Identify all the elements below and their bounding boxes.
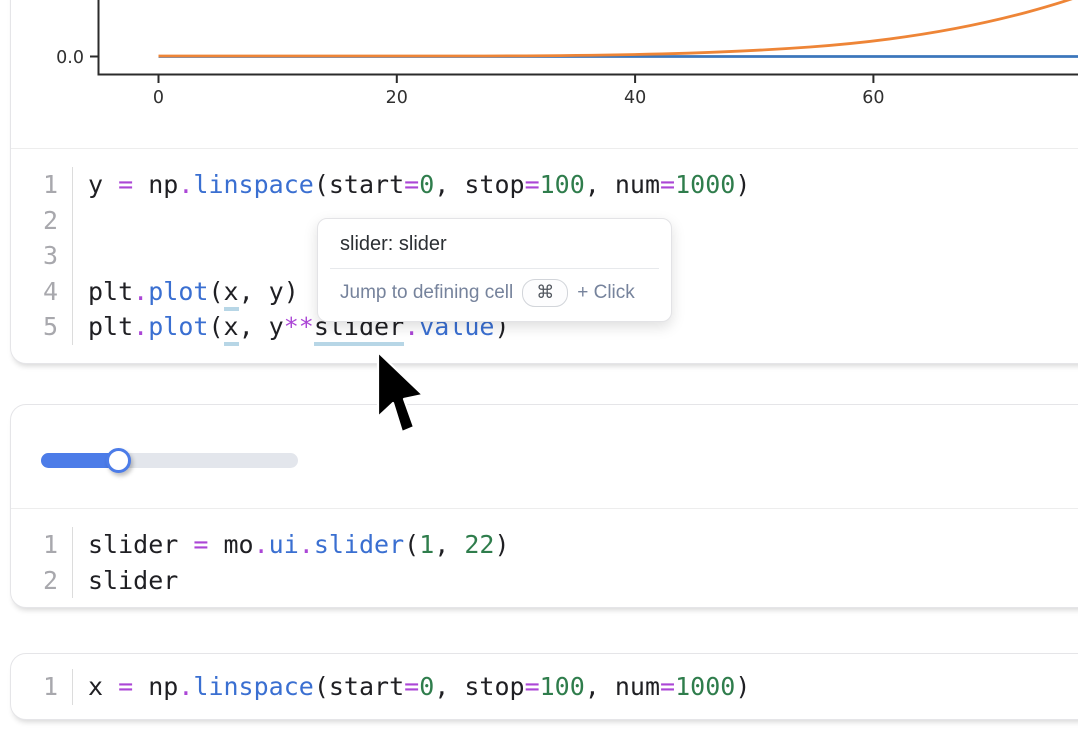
code-token: linspace — [193, 672, 313, 701]
cell-x: 1 x = np.linspace(start=0, stop=100, num… — [10, 653, 1078, 720]
code-line[interactable]: x = np.linspace(start=0, stop=100, num=1… — [88, 669, 1078, 705]
slider-track[interactable] — [41, 453, 298, 468]
line-numbers: 1 — [11, 669, 73, 705]
code-token: x — [88, 672, 118, 701]
code-token: 1000 — [675, 170, 735, 199]
code-token: plt — [88, 312, 133, 341]
code-token: = — [404, 170, 419, 199]
code-token: . — [254, 530, 269, 559]
line-number: 1 — [11, 167, 58, 203]
code-token: (start — [314, 672, 404, 701]
code-token: 100 — [540, 170, 585, 199]
x-tick-label: 0 — [153, 88, 164, 108]
x-tick-label: 60 — [862, 88, 884, 108]
code-token: ) — [494, 530, 509, 559]
code-editor[interactable]: 1 x = np.linspace(start=0, stop=100, num… — [11, 654, 1078, 719]
slider-thumb[interactable] — [106, 448, 131, 473]
code-editor[interactable]: 12 slider = mo.ui.slider(1, 22)slider — [11, 509, 1078, 608]
code-token: = — [660, 170, 675, 199]
line-numbers: 12 — [11, 527, 73, 598]
code-token: , stop — [434, 672, 524, 701]
x-tick-label: 20 — [386, 88, 408, 108]
code-token: 1000 — [675, 672, 735, 701]
code-token: , stop — [434, 170, 524, 199]
code-token: = — [525, 672, 540, 701]
slider-output — [11, 405, 1078, 508]
code-token: 0 — [419, 672, 434, 701]
code-token: . — [299, 530, 314, 559]
code-token: 22 — [464, 530, 494, 559]
matplotlib-figure: 0.0 0 20 40 60 — [11, 0, 1078, 148]
code-token: . — [133, 312, 148, 341]
code-line[interactable]: slider — [88, 563, 1078, 599]
code-token: slider — [88, 530, 193, 559]
tooltip-title: slider: slider — [318, 219, 671, 268]
plot-output: 0.0 0 20 40 60 — [11, 0, 1078, 148]
code-token: (start — [314, 170, 404, 199]
code-token: plot — [148, 277, 208, 306]
code-token: = — [525, 170, 540, 199]
cell-slider: 12 slider = mo.ui.slider(1, 22)slider — [10, 404, 1078, 608]
code-token: np — [133, 672, 178, 701]
code-token: = — [118, 170, 133, 199]
tooltip-click-hint: + Click — [577, 282, 635, 304]
code-token: linspace — [193, 170, 313, 199]
line-number: 2 — [11, 203, 58, 239]
code-token: ui — [269, 530, 299, 559]
code-token: . — [133, 277, 148, 306]
x-tick-label: 40 — [624, 88, 646, 108]
code-token: . — [178, 672, 193, 701]
code-token: ) — [735, 672, 750, 701]
code-token: ) — [735, 170, 750, 199]
line-number: 5 — [11, 309, 58, 345]
command-key-icon: ⌘ — [522, 279, 568, 307]
code-token: . — [178, 170, 193, 199]
variable-tooltip: slider: slider Jump to defining cell ⌘ +… — [317, 218, 672, 322]
code-token: ** — [284, 312, 314, 341]
code-token: = — [193, 530, 208, 559]
code-lines[interactable]: x = np.linspace(start=0, stop=100, num=1… — [73, 669, 1078, 705]
code-token: ( — [208, 312, 223, 341]
code-token: slider — [88, 566, 178, 595]
line-number: 2 — [11, 563, 58, 599]
code-token: 100 — [540, 672, 585, 701]
code-token: ( — [404, 530, 419, 559]
line-number: 1 — [11, 527, 58, 563]
notebook: 0.0 0 20 40 60 12345 y = np.linspace(sta… — [0, 0, 1078, 746]
code-token: plt — [88, 277, 133, 306]
jump-to-defining-cell-label[interactable]: Jump to defining cell — [340, 282, 513, 304]
code-token: , y) — [239, 277, 299, 306]
code-token: , y — [239, 312, 284, 341]
code-token: , num — [585, 672, 660, 701]
code-token: mo — [208, 530, 253, 559]
code-token: 0 — [419, 170, 434, 199]
variable-reference[interactable]: x — [224, 277, 239, 311]
code-token: , num — [585, 170, 660, 199]
line-number: 3 — [11, 238, 58, 274]
line-number: 4 — [11, 274, 58, 310]
line-series-orange — [159, 0, 1078, 56]
code-token: , — [434, 530, 464, 559]
line-number: 1 — [11, 669, 58, 705]
code-token: ( — [208, 277, 223, 306]
code-line[interactable]: slider = mo.ui.slider(1, 22) — [88, 527, 1078, 563]
code-token: slider — [314, 530, 404, 559]
line-numbers: 12345 — [11, 167, 73, 345]
code-token: plot — [148, 312, 208, 341]
code-token: = — [118, 672, 133, 701]
code-token: = — [660, 672, 675, 701]
code-token: y — [88, 170, 118, 199]
variable-reference[interactable]: x — [224, 312, 239, 346]
code-token: 1 — [419, 530, 434, 559]
y-tick-label: 0.0 — [56, 48, 84, 68]
code-lines[interactable]: slider = mo.ui.slider(1, 22)slider — [73, 527, 1078, 598]
code-token: = — [404, 672, 419, 701]
code-line[interactable]: y = np.linspace(start=0, stop=100, num=1… — [88, 167, 1078, 203]
code-token: np — [133, 170, 178, 199]
